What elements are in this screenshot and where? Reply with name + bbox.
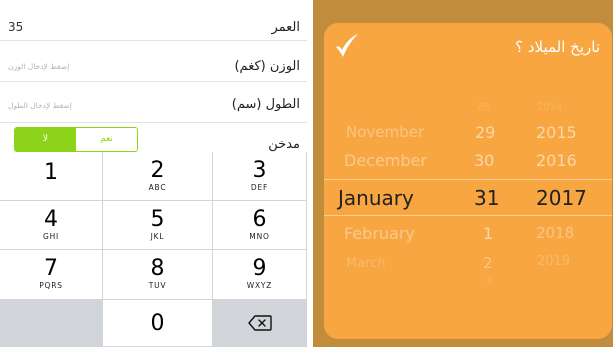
key-blank — [0, 300, 103, 347]
key-digit: 8 — [150, 256, 165, 281]
month-option[interactable]: December — [344, 151, 427, 170]
key-digit: 3 — [252, 157, 267, 183]
key-digit: 7 — [44, 256, 58, 281]
smoker-no-option[interactable]: لا — [15, 128, 76, 151]
day-option[interactable]: 3 — [485, 276, 491, 287]
day-option[interactable]: 1 — [483, 224, 493, 243]
selection-line-top — [324, 179, 612, 180]
key-letters: JKL — [150, 231, 165, 241]
key-5[interactable]: 5 JKL — [103, 201, 213, 250]
year-option[interactable]: 2014 — [537, 102, 562, 113]
day-option[interactable]: 29 — [475, 123, 495, 142]
month-selected[interactable]: January — [338, 186, 414, 210]
picker-header: تاريخ الميلاد ؟ — [324, 23, 612, 86]
key-1[interactable]: 1 — [0, 152, 103, 201]
key-letters: TUV — [148, 281, 167, 290]
key-letters: ABC — [148, 182, 167, 192]
key-digit: 9 — [252, 256, 267, 281]
key-letters: PQRS — [39, 281, 63, 290]
weight-label: الوزن (كغم) — [234, 59, 300, 74]
year-option[interactable]: 2019 — [537, 254, 570, 269]
year-option[interactable]: 2018 — [536, 224, 574, 242]
month-option[interactable]: February — [344, 224, 415, 243]
year-selected[interactable]: 2017 — [536, 186, 587, 210]
selection-line-bottom — [324, 215, 612, 216]
day-option[interactable]: 30 — [474, 151, 494, 170]
key-digit: 0 — [150, 311, 165, 336]
key-3[interactable]: 3 DEF — [213, 152, 307, 201]
key-4[interactable]: 4 GHI — [0, 201, 103, 250]
weight-row[interactable]: الوزن (كغم) إضغط لإدخال الوزن — [0, 41, 307, 82]
key-0[interactable]: 0 — [103, 300, 213, 347]
birthdate-picker-card: تاريخ الميلاد ؟ November December Januar… — [324, 23, 612, 339]
picker-title: تاريخ الميلاد ؟ — [515, 38, 600, 56]
checkmark-icon[interactable] — [334, 33, 360, 59]
weight-field[interactable]: إضغط لإدخال الوزن — [8, 62, 69, 71]
key-9[interactable]: 9 WXYZ — [213, 250, 307, 300]
key-digit: 2 — [150, 157, 165, 183]
key-letters: MNO — [249, 231, 270, 241]
key-digit: 1 — [44, 160, 58, 185]
key-letters: DEF — [250, 182, 269, 192]
age-row[interactable]: العمر 35 — [0, 0, 307, 41]
month-option[interactable]: November — [346, 123, 424, 141]
day-selected[interactable]: 31 — [474, 186, 499, 210]
profile-form-panel: العمر 35 الوزن (كغم) إضغط لإدخال الوزن ا… — [0, 0, 307, 347]
key-8[interactable]: 8 TUV — [103, 250, 213, 300]
key-2[interactable]: 2 ABC — [103, 152, 213, 201]
age-label: العمر — [271, 20, 300, 35]
key-letters: WXYZ — [246, 281, 273, 290]
delete-key[interactable] — [213, 300, 307, 347]
month-option[interactable]: March — [346, 256, 386, 271]
smoker-yes-option[interactable]: نعم — [76, 128, 137, 151]
age-field[interactable]: 35 — [8, 20, 23, 34]
date-picker-overlay: تاريخ الميلاد ؟ November December Januar… — [313, 0, 613, 347]
numeric-keypad: 1 2 ABC 3 DEF 4 GHI 5 JKL 6 MNO 7 PQRS 8… — [0, 152, 307, 347]
backspace-icon — [247, 315, 272, 331]
smoker-label: مدخن — [268, 137, 300, 152]
day-option[interactable]: 28 — [477, 102, 490, 113]
height-label: الطول (سم) — [231, 97, 300, 112]
key-digit: 6 — [252, 206, 267, 232]
year-option[interactable]: 2016 — [536, 151, 577, 170]
key-digit: 5 — [150, 206, 165, 232]
key-digit: 4 — [44, 206, 58, 232]
key-letters: GHI — [42, 231, 60, 241]
date-wheel[interactable]: November December January February March… — [324, 86, 612, 339]
year-option[interactable]: 2015 — [536, 123, 577, 142]
key-6[interactable]: 6 MNO — [213, 201, 307, 250]
height-field[interactable]: إضغط لإدخال الطول — [8, 101, 72, 110]
height-row[interactable]: الطول (سم) إضغط لإدخال الطول — [0, 82, 307, 123]
smoker-toggle[interactable]: لا نعم — [14, 127, 138, 152]
key-7[interactable]: 7 PQRS — [0, 250, 103, 300]
day-option[interactable]: 2 — [483, 254, 493, 272]
